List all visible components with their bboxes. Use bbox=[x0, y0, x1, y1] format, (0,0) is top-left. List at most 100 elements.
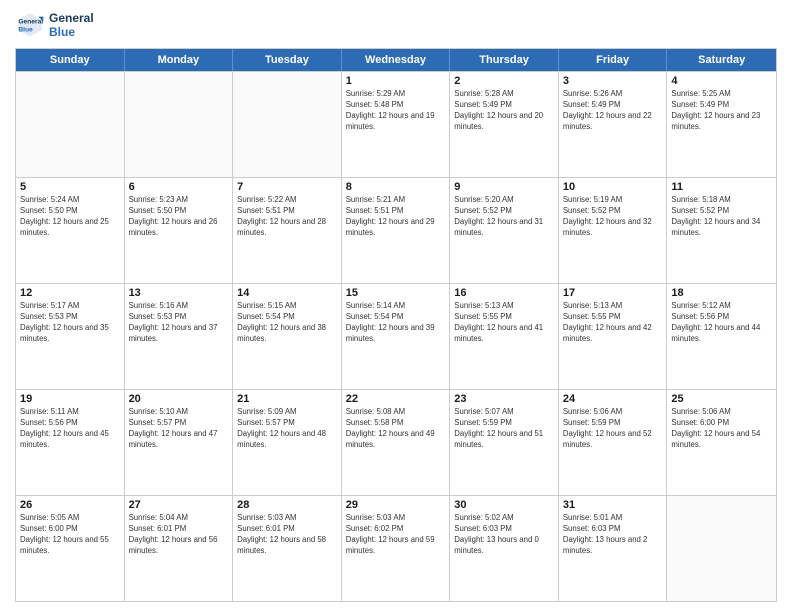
day-cell-13: 13Sunrise: 5:16 AMSunset: 5:53 PMDayligh… bbox=[125, 284, 234, 389]
day-number: 23 bbox=[454, 393, 554, 405]
day-info: Sunrise: 5:15 AMSunset: 5:54 PMDaylight:… bbox=[237, 301, 337, 345]
day-info: Sunrise: 5:06 AMSunset: 5:59 PMDaylight:… bbox=[563, 407, 663, 451]
day-info: Sunrise: 5:03 AMSunset: 6:01 PMDaylight:… bbox=[237, 513, 337, 557]
calendar: SundayMondayTuesdayWednesdayThursdayFrid… bbox=[15, 48, 777, 602]
day-cell-3: 3 Sunrise: 5:26 AMSunset: 5:49 PMDaylight… bbox=[559, 72, 668, 177]
day-number: 20 bbox=[129, 393, 229, 405]
day-cell-9: 9 Sunrise: 5:20 AMSunset: 5:52 PMDaylight… bbox=[450, 178, 559, 283]
calendar-row-1: 5 Sunrise: 5:24 AMSunset: 5:50 PMDaylight… bbox=[16, 177, 776, 283]
day-cell-19: 19 Sunrise: 5:11 AMSunset: 5:56 PMDayligh… bbox=[16, 390, 125, 495]
day-info: Sunrise: 5:09 AMSunset: 5:57 PMDaylight:… bbox=[237, 407, 337, 451]
day-info: Sunrise: 5:16 AMSunset: 5:53 PMDaylight:… bbox=[129, 301, 229, 345]
day-info: Sunrise: 5:04 AMSunset: 6:01 PMDaylight:… bbox=[129, 513, 229, 557]
day-info: Sunrise: 5:13 AMSunset: 5:55 PMDaylight:… bbox=[454, 301, 554, 345]
day-cell-22: 22 Sunrise: 5:08 AMSunset: 5:58 PMDayligh… bbox=[342, 390, 451, 495]
svg-text:Blue: Blue bbox=[18, 27, 33, 34]
day-info: Sunrise: 5:26 AMSunset: 5:49 PMDaylight:… bbox=[563, 89, 663, 133]
day-number: 6 bbox=[129, 181, 229, 193]
day-cell-26: 26 Sunrise: 5:05 AMSunset: 6:00 PMDayligh… bbox=[16, 496, 125, 601]
day-info: Sunrise: 5:10 AMSunset: 5:57 PMDaylight:… bbox=[129, 407, 229, 451]
day-info: Sunrise: 5:08 AMSunset: 5:58 PMDaylight:… bbox=[346, 407, 446, 451]
logo-text: General Blue bbox=[49, 11, 94, 39]
day-cell-24: 24 Sunrise: 5:06 AMSunset: 5:59 PMDayligh… bbox=[559, 390, 668, 495]
day-number: 30 bbox=[454, 499, 554, 511]
logo: General Blue General Blue bbox=[15, 10, 94, 40]
day-number: 18 bbox=[671, 287, 772, 299]
weekday-header-tuesday: Tuesday bbox=[233, 49, 342, 71]
day-number: 25 bbox=[671, 393, 772, 405]
day-number: 2 bbox=[454, 75, 554, 87]
day-cell-1: 1 Sunrise: 5:29 AMSunset: 5:48 PMDaylight… bbox=[342, 72, 451, 177]
day-cell-23: 23 Sunrise: 5:07 AMSunset: 5:59 PMDayligh… bbox=[450, 390, 559, 495]
day-number: 29 bbox=[346, 499, 446, 511]
day-cell-29: 29Sunrise: 5:03 AMSunset: 6:02 PMDayligh… bbox=[342, 496, 451, 601]
day-info: Sunrise: 5:24 AMSunset: 5:50 PMDaylight:… bbox=[20, 195, 120, 239]
empty-cell bbox=[125, 72, 234, 177]
day-number: 14 bbox=[237, 287, 337, 299]
calendar-body: 1 Sunrise: 5:29 AMSunset: 5:48 PMDaylight… bbox=[16, 71, 776, 601]
day-number: 22 bbox=[346, 393, 446, 405]
day-cell-5: 5 Sunrise: 5:24 AMSunset: 5:50 PMDaylight… bbox=[16, 178, 125, 283]
weekday-header-friday: Friday bbox=[559, 49, 668, 71]
day-number: 1 bbox=[346, 75, 446, 87]
day-cell-31: 31Sunrise: 5:01 AMSunset: 6:03 PMDayligh… bbox=[559, 496, 668, 601]
weekday-header-monday: Monday bbox=[125, 49, 234, 71]
day-number: 4 bbox=[671, 75, 772, 87]
day-info: Sunrise: 5:14 AMSunset: 5:54 PMDaylight:… bbox=[346, 301, 446, 345]
day-cell-25: 25 Sunrise: 5:06 AMSunset: 6:00 PMDayligh… bbox=[667, 390, 776, 495]
day-info: Sunrise: 5:20 AMSunset: 5:52 PMDaylight:… bbox=[454, 195, 554, 239]
day-info: Sunrise: 5:28 AMSunset: 5:49 PMDaylight:… bbox=[454, 89, 554, 133]
day-number: 19 bbox=[20, 393, 120, 405]
day-cell-30: 30 Sunrise: 5:02 AMSunset: 6:03 PMDayligh… bbox=[450, 496, 559, 601]
day-number: 5 bbox=[20, 181, 120, 193]
empty-cell bbox=[16, 72, 125, 177]
day-info: Sunrise: 5:06 AMSunset: 6:00 PMDaylight:… bbox=[671, 407, 772, 451]
day-info: Sunrise: 5:29 AMSunset: 5:48 PMDaylight:… bbox=[346, 89, 446, 133]
day-cell-7: 7Sunrise: 5:22 AMSunset: 5:51 PMDaylight… bbox=[233, 178, 342, 283]
day-number: 27 bbox=[129, 499, 229, 511]
weekday-header-thursday: Thursday bbox=[450, 49, 559, 71]
day-info: Sunrise: 5:02 AMSunset: 6:03 PMDaylight:… bbox=[454, 513, 554, 557]
day-info: Sunrise: 5:23 AMSunset: 5:50 PMDaylight:… bbox=[129, 195, 229, 239]
day-cell-12: 12 Sunrise: 5:17 AMSunset: 5:53 PMDayligh… bbox=[16, 284, 125, 389]
day-cell-20: 20 Sunrise: 5:10 AMSunset: 5:57 PMDayligh… bbox=[125, 390, 234, 495]
day-cell-15: 15Sunrise: 5:14 AMSunset: 5:54 PMDayligh… bbox=[342, 284, 451, 389]
day-number: 10 bbox=[563, 181, 663, 193]
day-info: Sunrise: 5:11 AMSunset: 5:56 PMDaylight:… bbox=[20, 407, 120, 451]
day-number: 21 bbox=[237, 393, 337, 405]
day-number: 24 bbox=[563, 393, 663, 405]
day-cell-16: 16 Sunrise: 5:13 AMSunset: 5:55 PMDayligh… bbox=[450, 284, 559, 389]
calendar-row-0: 1 Sunrise: 5:29 AMSunset: 5:48 PMDaylight… bbox=[16, 71, 776, 177]
weekday-header-sunday: Sunday bbox=[16, 49, 125, 71]
day-cell-4: 4Sunrise: 5:25 AMSunset: 5:49 PMDaylight… bbox=[667, 72, 776, 177]
day-number: 17 bbox=[563, 287, 663, 299]
calendar-header: SundayMondayTuesdayWednesdayThursdayFrid… bbox=[16, 49, 776, 71]
logo-icon: General Blue bbox=[15, 10, 45, 40]
empty-cell bbox=[233, 72, 342, 177]
day-number: 9 bbox=[454, 181, 554, 193]
day-info: Sunrise: 5:05 AMSunset: 6:00 PMDaylight:… bbox=[20, 513, 120, 557]
empty-cell bbox=[667, 496, 776, 601]
day-cell-18: 18 Sunrise: 5:12 AMSunset: 5:56 PMDayligh… bbox=[667, 284, 776, 389]
weekday-header-wednesday: Wednesday bbox=[342, 49, 451, 71]
day-info: Sunrise: 5:22 AMSunset: 5:51 PMDaylight:… bbox=[237, 195, 337, 239]
day-number: 31 bbox=[563, 499, 663, 511]
day-cell-8: 8Sunrise: 5:21 AMSunset: 5:51 PMDaylight… bbox=[342, 178, 451, 283]
day-info: Sunrise: 5:19 AMSunset: 5:52 PMDaylight:… bbox=[563, 195, 663, 239]
day-number: 16 bbox=[454, 287, 554, 299]
day-number: 12 bbox=[20, 287, 120, 299]
day-number: 3 bbox=[563, 75, 663, 87]
day-info: Sunrise: 5:07 AMSunset: 5:59 PMDaylight:… bbox=[454, 407, 554, 451]
day-info: Sunrise: 5:12 AMSunset: 5:56 PMDaylight:… bbox=[671, 301, 772, 345]
header: General Blue General Blue bbox=[15, 10, 777, 40]
day-number: 11 bbox=[671, 181, 772, 193]
page: General Blue General Blue SundayMondayTu… bbox=[0, 0, 792, 612]
day-cell-11: 11Sunrise: 5:18 AMSunset: 5:52 PMDayligh… bbox=[667, 178, 776, 283]
svg-text:General: General bbox=[18, 18, 43, 25]
day-cell-6: 6 Sunrise: 5:23 AMSunset: 5:50 PMDaylight… bbox=[125, 178, 234, 283]
day-info: Sunrise: 5:13 AMSunset: 5:55 PMDaylight:… bbox=[563, 301, 663, 345]
calendar-row-3: 19 Sunrise: 5:11 AMSunset: 5:56 PMDayligh… bbox=[16, 389, 776, 495]
day-number: 26 bbox=[20, 499, 120, 511]
day-cell-28: 28Sunrise: 5:03 AMSunset: 6:01 PMDayligh… bbox=[233, 496, 342, 601]
day-info: Sunrise: 5:17 AMSunset: 5:53 PMDaylight:… bbox=[20, 301, 120, 345]
